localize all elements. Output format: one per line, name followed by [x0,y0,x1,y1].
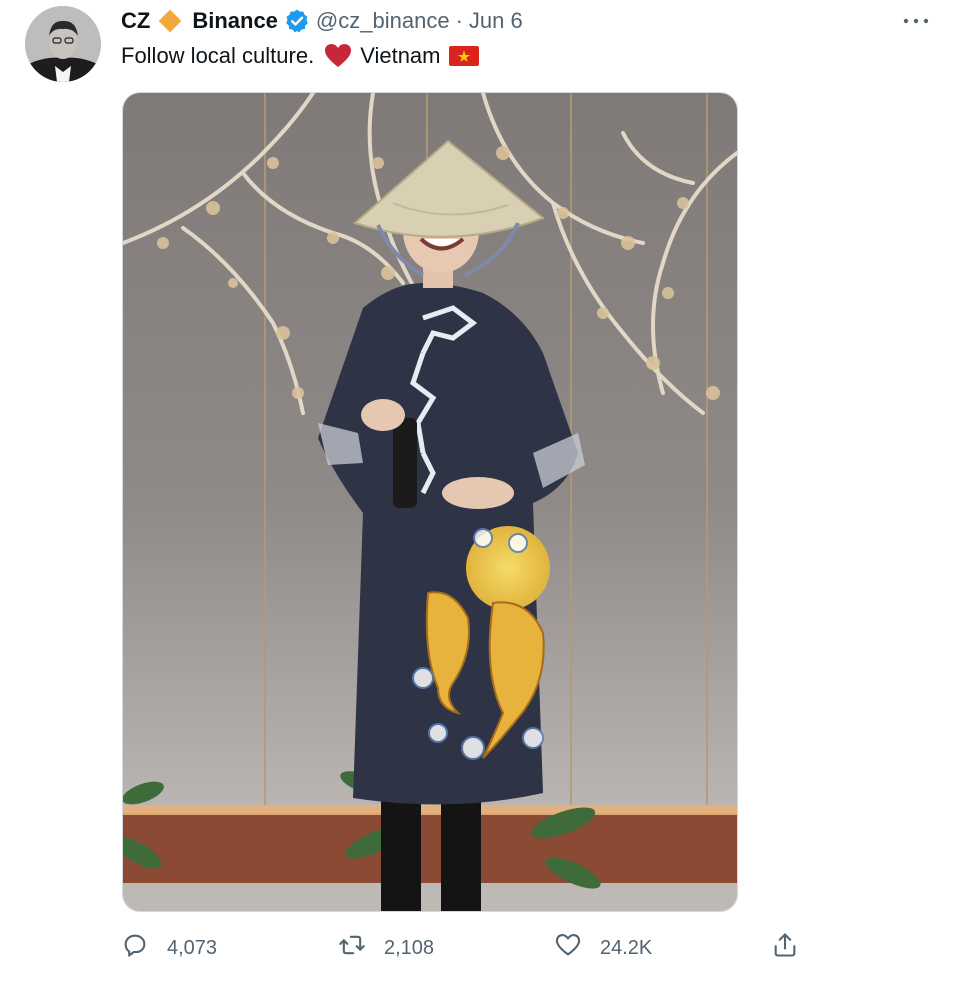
more-options-icon[interactable] [898,10,934,32]
like-button[interactable]: 24.2K [554,928,652,968]
brand-name[interactable]: Binance [192,8,278,34]
red-heart-emoji [324,43,352,69]
separator-dot: · [455,8,463,33]
author-name[interactable]: CZ [121,8,150,34]
photo-illustration [123,93,737,911]
tweet-action-bar: 4,073 2,108 24.2K [0,928,956,968]
orange-diamond-icon [156,7,184,35]
tweet-text-country: Vietnam [360,43,441,68]
avatar-image [25,6,101,82]
author-handle[interactable]: @cz_binance [316,8,450,34]
verified-badge-icon [284,8,310,34]
retweet-icon [338,931,366,965]
tweet-photo[interactable] [122,92,738,912]
reply-button[interactable]: 4,073 [121,928,217,968]
share-icon [771,931,799,965]
vietnam-flag-emoji [448,46,479,66]
retweet-count: 2,108 [384,936,435,959]
retweet-button[interactable]: 2,108 [338,928,434,968]
tweet-text-main: Follow local culture. [121,43,315,68]
like-icon [554,931,582,965]
reply-icon [121,931,149,965]
like-count: 24.2K [600,936,653,959]
avatar[interactable] [25,6,101,82]
reply-count: 4,073 [167,936,218,959]
tweet-text: Follow local culture. Vietnam [121,40,479,72]
share-button[interactable] [771,928,799,968]
tweet-date[interactable]: Jun 6 [469,8,523,34]
tweet-header: CZ Binance @cz_binance · Jun 6 [121,5,523,37]
